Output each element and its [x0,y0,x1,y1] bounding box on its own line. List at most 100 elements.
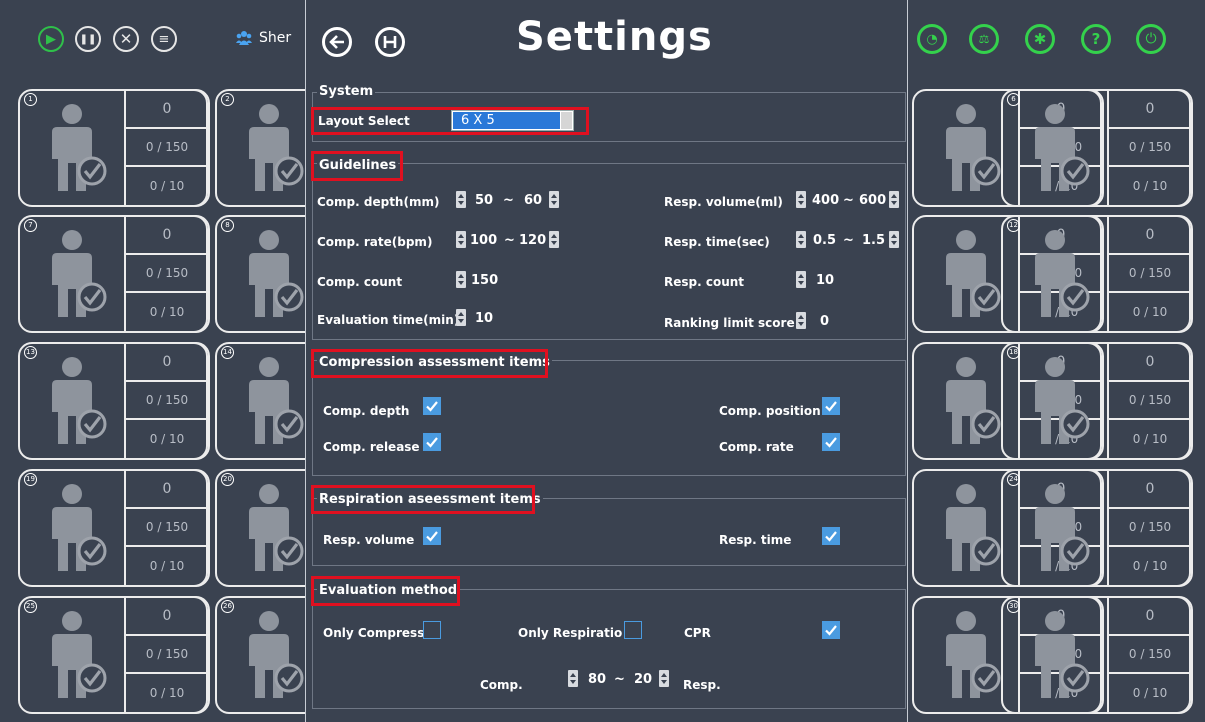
trainee-card[interactable]: 24 0 0 / 150 0 / 10 [1001,469,1193,587]
card-score: 0 [1109,217,1191,255]
card-values: 00 / 150 0 / 10 [124,469,210,587]
comp-depth-max-spinner[interactable] [549,191,559,208]
highlight-compression [311,349,548,378]
trainee-card[interactable]: 6 00 / 150 0 / 10 [1001,89,1193,207]
users-icon [236,31,252,45]
power-icon[interactable]: ⏻ [1136,24,1166,54]
comp-rate-max[interactable]: 120 [519,233,546,248]
trainee-card[interactable]: 1 00 / 150 0 / 10 [18,89,210,207]
help-icon[interactable]: ? [1081,24,1111,54]
play-icon[interactable]: ▶ [38,26,64,52]
ratio-sep: ~ [614,672,625,687]
card-values: 00 / 150 0 / 10 [1107,89,1193,207]
trainee-card[interactable]: 7 00 / 150 0 / 10 [18,215,210,333]
comp-rate-min-spinner[interactable] [456,231,466,248]
ranking-spinner[interactable] [796,312,806,329]
comp-depth-checkbox[interactable] [423,397,441,415]
ratio-resp-value[interactable]: 20 [634,672,652,687]
stop-icon[interactable]: ✕ [113,26,139,52]
card-comp-count: 0 / 150 [126,129,208,167]
resp-time-max-spinner[interactable] [889,231,899,248]
comp-position-checkbox[interactable] [822,397,840,415]
ratio-comp-spinner[interactable] [568,670,578,687]
card-number: 12 [1007,219,1020,232]
card-number: 19 [24,473,37,486]
comp-depth-min[interactable]: 50 [475,193,493,208]
card-number: 18 [1007,346,1020,359]
cpr-checkbox[interactable] [822,621,840,639]
comp-count-label: Comp. count [317,275,403,289]
layout-spinner[interactable] [561,112,572,129]
comp-release-checkbox[interactable] [423,433,441,451]
save-icon[interactable] [375,27,405,57]
comp-rate-min[interactable]: 100 [470,233,497,248]
only-compress-checkbox[interactable] [423,621,441,639]
resp-volume-min[interactable]: 400 [812,193,839,208]
resp-count-spinner[interactable] [796,271,806,288]
card-score: 0 [1109,344,1191,382]
card-resp-count: 0 / 10 [149,559,185,573]
trainee-card[interactable]: 25 0 0 / 150 0 / 10 [18,596,210,714]
resp-time-max[interactable]: 1.5 [862,233,885,248]
card-number: 14 [221,346,234,359]
check-icon [426,401,438,412]
pause-icon[interactable]: ❚❚ [75,26,101,52]
eval-time-value[interactable]: 10 [475,311,493,326]
trainee-card[interactable]: 13 0 0 / 150 0 / 10 [18,342,210,460]
layout-select[interactable]: 6 X 5 [451,110,574,131]
trainee-card[interactable]: 30 0 0 / 150 0 / 10 [1001,596,1193,714]
comp-rate-checkbox[interactable] [822,433,840,451]
resp-time-checkbox[interactable] [822,527,840,545]
user-group-label[interactable]: Sher [259,30,291,46]
resp-time-min-spinner[interactable] [796,231,806,248]
resp-volume-max[interactable]: 600 [859,193,886,208]
resp-volume-sep: ~ [843,193,854,208]
card-number: 2 [221,93,234,106]
trainee-card[interactable]: 12 0 0 / 150 0 / 10 [1001,215,1193,333]
menu-icon[interactable]: ≡ [151,26,177,52]
only-respiration-checkbox[interactable] [624,621,642,639]
eval-time-spinner[interactable] [456,309,466,326]
person-check-icon [245,483,307,579]
comp-depth-min-spinner[interactable] [456,191,466,208]
back-arrow-icon[interactable] [322,27,352,57]
resp-volume-max-spinner[interactable] [889,191,899,208]
card-score: 0 [1109,471,1191,509]
card-resp-count: 0 / 10 [149,305,185,319]
card-comp-count: 0 / 150 [1109,509,1191,547]
person-check-icon [942,103,1004,199]
person-check-icon [48,610,110,706]
check-icon [825,437,837,448]
ranking-value[interactable]: 0 [820,314,829,329]
comp-count-spinner[interactable] [456,271,466,288]
comp-rate-label: Comp. rate(bpm) [317,235,433,249]
scale-icon[interactable]: ⚖ [969,24,999,54]
card-score: 0 [1109,598,1191,636]
settings-gear-icon[interactable]: ✱ [1025,24,1055,54]
card-number: 24 [1007,473,1020,486]
card-values: 00 / 150 0 / 10 [124,215,210,333]
card-comp-count: 0 / 150 [126,636,208,674]
resp-count-value[interactable]: 10 [816,273,834,288]
card-values: 00 / 150 0 / 10 [124,89,210,207]
ratio-comp-value[interactable]: 80 [588,672,606,687]
person-check-icon [1031,483,1093,579]
layout-select-label: Layout Select [318,114,410,128]
resp-volume-min-spinner[interactable] [796,191,806,208]
comp-depth-max[interactable]: 60 [524,193,542,208]
person-check-icon [942,610,1004,706]
trainee-card[interactable]: 18 0 0 / 150 0 / 10 [1001,342,1193,460]
refresh-icon[interactable]: ◔ [917,24,947,54]
ratio-resp-spinner[interactable] [659,670,669,687]
card-values: 00 / 150 0 / 10 [1107,215,1193,333]
comp-rate-max-spinner[interactable] [549,231,559,248]
resp-time-min[interactable]: 0.5 [813,233,836,248]
card-resp-count: 0 / 10 [1132,559,1168,573]
trainee-card[interactable]: 19 0 0 / 150 0 / 10 [18,469,210,587]
resp-volume-checkbox[interactable] [423,527,441,545]
ratio-resp-label: Resp. [683,678,721,692]
person-check-icon [245,356,307,452]
comp-count-value[interactable]: 150 [471,273,498,288]
person-check-icon [942,229,1004,325]
eval-time-label: Evaluation time(min) [317,313,460,327]
